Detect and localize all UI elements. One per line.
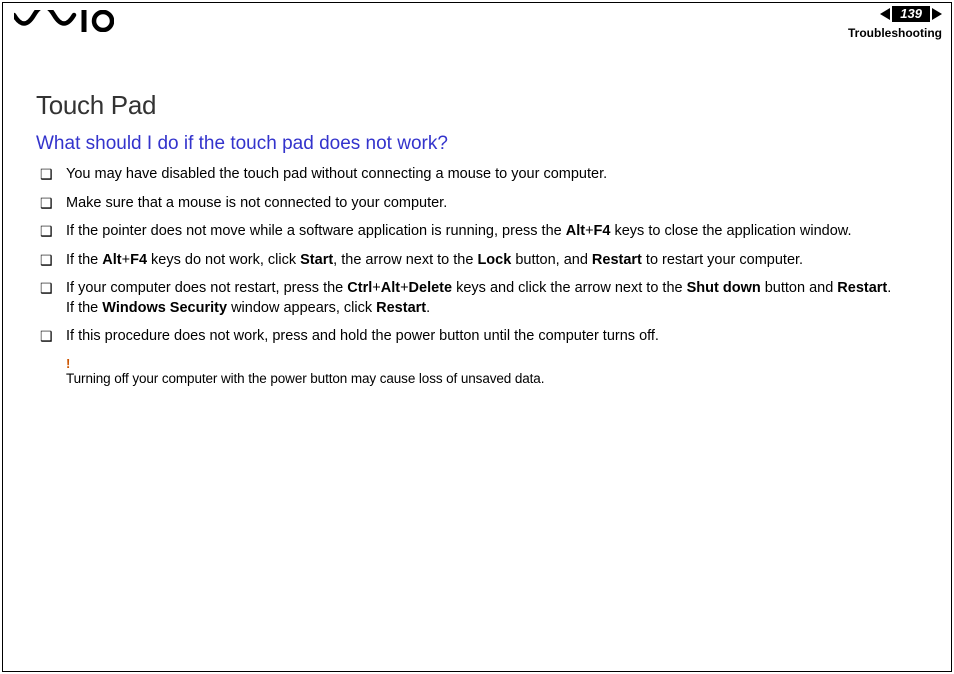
- page-subtitle: What should I do if the touch pad does n…: [36, 133, 924, 155]
- vaio-logo: [14, 10, 114, 37]
- list-item: Make sure that a mouse is not connected …: [36, 194, 924, 214]
- section-label: Troubleshooting: [848, 26, 942, 40]
- content-area: Touch Pad What should I do if the touch …: [36, 90, 924, 386]
- vaio-logo-svg: [14, 10, 114, 32]
- troubleshoot-list: You may have disabled the touch pad with…: [36, 165, 924, 347]
- page-title: Touch Pad: [36, 90, 924, 121]
- nav-next-icon[interactable]: [932, 8, 942, 20]
- list-item: If this procedure does not work, press a…: [36, 327, 924, 347]
- warning-mark: !: [66, 356, 924, 371]
- page-nav: 139: [880, 6, 942, 22]
- page-header: 139 Troubleshooting: [848, 6, 942, 41]
- list-item: If your computer does not restart, press…: [36, 279, 924, 318]
- nav-prev-icon[interactable]: [880, 8, 890, 20]
- list-item: If the Alt+F4 keys do not work, click St…: [36, 251, 924, 271]
- warning-text: Turning off your computer with the power…: [66, 371, 924, 386]
- list-item: If the pointer does not move while a sof…: [36, 222, 924, 242]
- page-number: 139: [892, 6, 930, 22]
- list-item: You may have disabled the touch pad with…: [36, 165, 924, 185]
